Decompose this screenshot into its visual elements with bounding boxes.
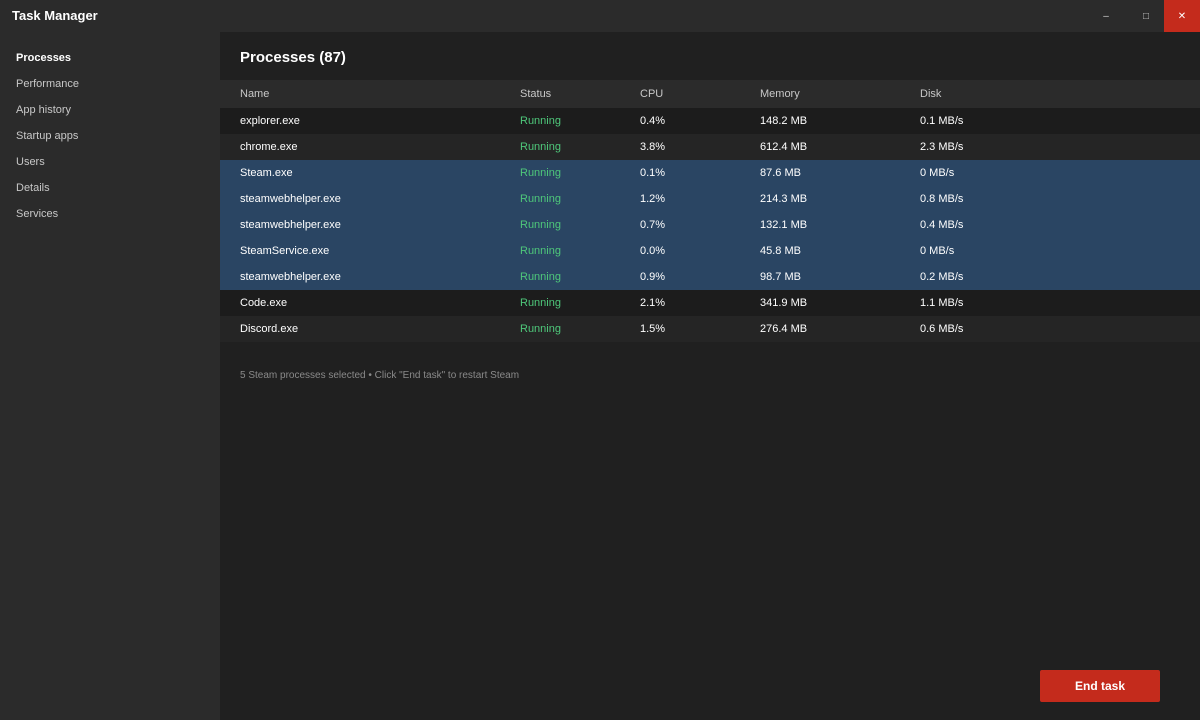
process-memory: 98.7 MB	[760, 271, 801, 283]
process-status: Running	[520, 141, 561, 153]
process-name: Steam.exe	[240, 167, 293, 179]
process-memory: 341.9 MB	[760, 297, 808, 309]
process-memory: 87.6 MB	[760, 167, 801, 179]
process-disk: 1.1 MB/s	[920, 297, 964, 309]
process-status: Running	[520, 115, 561, 127]
end-task-button[interactable]: End task	[1040, 670, 1160, 702]
column-header-memory[interactable]: Memory	[760, 80, 800, 108]
close-button[interactable]: ✕	[1164, 0, 1200, 32]
process-cpu: 1.2%	[640, 193, 666, 205]
process-count: (87)	[319, 49, 346, 66]
process-table: explorer.exe Running 0.4% 148.2 MB 0.1 M…	[220, 108, 1200, 342]
maximize-button[interactable]: □	[1128, 0, 1164, 32]
sidebar-item-users[interactable]: Users	[16, 153, 45, 171]
table-row[interactable]: Code.exe Running 2.1% 341.9 MB 1.1 MB/s	[220, 290, 1200, 316]
selection-hint: 5 Steam processes selected • Click "End …	[240, 370, 520, 381]
process-status: Running	[520, 297, 561, 309]
minimize-icon: –	[1103, 10, 1109, 22]
process-name: steamwebhelper.exe	[240, 271, 341, 283]
column-header-status[interactable]: Status	[520, 80, 551, 108]
sidebar-item-services[interactable]: Services	[16, 205, 58, 223]
sidebar-item-processes[interactable]: Processes	[16, 49, 71, 67]
process-memory: 612.4 MB	[760, 141, 808, 153]
process-status: Running	[520, 219, 561, 231]
process-memory: 214.3 MB	[760, 193, 808, 205]
process-name: explorer.exe	[240, 115, 300, 127]
sidebar-item-app-history[interactable]: App history	[16, 101, 71, 119]
column-header-cpu[interactable]: CPU	[640, 80, 663, 108]
process-name: steamwebhelper.exe	[240, 193, 341, 205]
table-row[interactable]: Discord.exe Running 1.5% 276.4 MB 0.6 MB…	[220, 316, 1200, 342]
table-row-selected[interactable]: steamwebhelper.exe Running 0.7% 132.1 MB…	[220, 212, 1200, 238]
table-row[interactable]: explorer.exe Running 0.4% 148.2 MB 0.1 M…	[220, 108, 1200, 134]
main-panel: Processes (87) Name Status CPU Memory Di…	[220, 32, 1200, 720]
process-disk: 0.4 MB/s	[920, 219, 964, 231]
process-cpu: 1.5%	[640, 323, 666, 335]
table-row-selected[interactable]: SteamService.exe Running 0.0% 45.8 MB 0 …	[220, 238, 1200, 264]
process-disk: 0.8 MB/s	[920, 193, 964, 205]
sidebar: Processes Performance App history Startu…	[0, 32, 220, 720]
process-memory: 45.8 MB	[760, 245, 801, 257]
window-title: Task Manager	[12, 8, 98, 23]
table-row-selected[interactable]: steamwebhelper.exe Running 1.2% 214.3 MB…	[220, 186, 1200, 212]
page-title-label: Processes	[240, 49, 316, 66]
process-disk: 0.6 MB/s	[920, 323, 964, 335]
process-cpu: 0.9%	[640, 271, 666, 283]
process-memory: 148.2 MB	[760, 115, 808, 127]
close-icon: ✕	[1177, 10, 1187, 22]
process-disk: 2.3 MB/s	[920, 141, 964, 153]
process-name: steamwebhelper.exe	[240, 219, 341, 231]
column-header-disk[interactable]: Disk	[920, 80, 941, 108]
process-name: Code.exe	[240, 297, 288, 309]
process-status: Running	[520, 245, 561, 257]
process-cpu: 0.7%	[640, 219, 666, 231]
process-status: Running	[520, 323, 561, 335]
table-row-selected[interactable]: steamwebhelper.exe Running 0.9% 98.7 MB …	[220, 264, 1200, 290]
process-status: Running	[520, 167, 561, 179]
process-memory: 132.1 MB	[760, 219, 808, 231]
process-cpu: 0.0%	[640, 245, 666, 257]
sidebar-item-details[interactable]: Details	[16, 179, 50, 197]
sidebar-item-performance[interactable]: Performance	[16, 75, 79, 93]
process-disk: 0.1 MB/s	[920, 115, 964, 127]
process-disk: 0 MB/s	[920, 167, 955, 179]
process-cpu: 3.8%	[640, 141, 666, 153]
title-bar: Task Manager – □ ✕	[0, 0, 1200, 32]
process-disk: 0 MB/s	[920, 245, 955, 257]
process-cpu: 2.1%	[640, 297, 666, 309]
process-disk: 0.2 MB/s	[920, 271, 964, 283]
table-header: Name Status CPU Memory Disk	[220, 80, 1200, 108]
column-header-name[interactable]: Name	[240, 80, 269, 108]
process-name: Discord.exe	[240, 323, 299, 335]
table-row[interactable]: chrome.exe Running 3.8% 612.4 MB 2.3 MB/…	[220, 134, 1200, 160]
maximize-icon: □	[1142, 10, 1150, 22]
process-name: SteamService.exe	[240, 245, 330, 257]
process-cpu: 0.4%	[640, 115, 666, 127]
process-cpu: 0.1%	[640, 167, 666, 179]
process-name: chrome.exe	[240, 141, 298, 153]
minimize-button[interactable]: –	[1088, 0, 1124, 32]
process-status: Running	[520, 271, 561, 283]
page-title: Processes (87)	[240, 46, 346, 70]
table-row-selected[interactable]: Steam.exe Running 0.1% 87.6 MB 0 MB/s	[220, 160, 1200, 186]
sidebar-item-startup-apps[interactable]: Startup apps	[16, 127, 78, 145]
process-memory: 276.4 MB	[760, 323, 808, 335]
process-status: Running	[520, 193, 561, 205]
